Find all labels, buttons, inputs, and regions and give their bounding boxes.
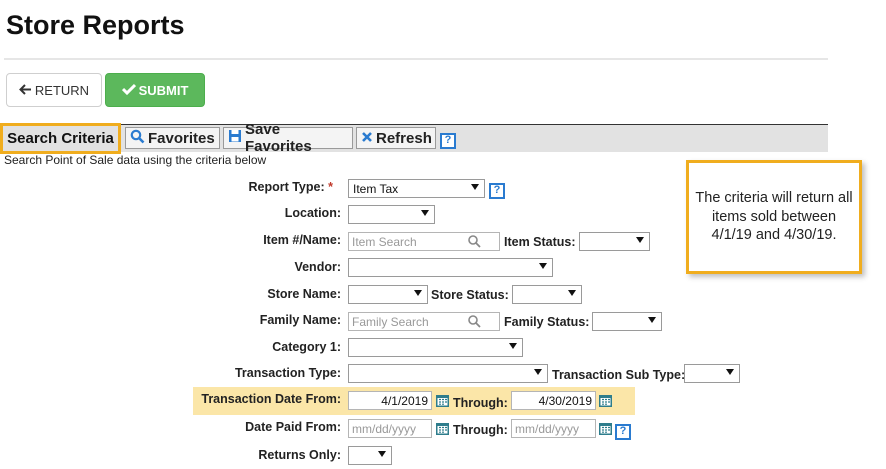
favorites-button[interactable]: Favorites	[125, 127, 220, 149]
close-icon	[361, 130, 373, 147]
calendar-icon[interactable]	[598, 393, 613, 408]
submit-button[interactable]: SUBMIT	[105, 73, 205, 107]
save-favorites-button[interactable]: Save Favorites	[223, 121, 353, 155]
family-search-input[interactable]: Family Search	[348, 312, 500, 331]
location-label: Location:	[284, 206, 341, 220]
search-icon	[130, 129, 145, 148]
store-status-label: Store Status:	[431, 288, 509, 302]
family-status-label: Family Status:	[504, 315, 590, 329]
date-paid-through-input[interactable]: mm/dd/yyyy	[511, 419, 596, 438]
transaction-through-label: Through:	[453, 396, 508, 410]
callout-text: The criteria will return all items sold …	[695, 189, 853, 244]
title-divider	[4, 58, 828, 60]
transaction-through-input[interactable]: 4/30/2019	[511, 391, 596, 410]
report-type-select[interactable]: Item Tax	[348, 179, 485, 198]
arrow-left-icon	[18, 83, 32, 98]
favorites-label: Favorites	[148, 129, 215, 147]
save-favorites-label: Save Favorites	[245, 121, 312, 155]
transaction-sub-type-select[interactable]	[684, 364, 740, 383]
search-description: Search Point of Sale data using the crit…	[4, 153, 267, 167]
vendor-label: Vendor:	[294, 260, 341, 274]
return-label: RETURN	[34, 82, 90, 98]
transaction-date-from-input[interactable]: 4/1/2019	[348, 391, 432, 410]
store-name-select[interactable]	[348, 285, 428, 304]
date-paid-from-label: Date Paid From:	[245, 420, 341, 434]
transaction-sub-type-label: Transaction Sub Type:	[552, 368, 686, 382]
date-paid-help-icon[interactable]: ?	[615, 421, 631, 440]
family-name-label: Family Name:	[259, 313, 341, 327]
category-1-select[interactable]	[348, 338, 523, 357]
refresh-label: Refresh	[376, 129, 432, 147]
location-select[interactable]	[348, 205, 435, 224]
item-status-label: Item Status:	[504, 235, 576, 249]
item-search-input[interactable]: Item Search	[348, 232, 500, 251]
store-status-select[interactable]	[512, 285, 582, 304]
date-paid-from-input[interactable]: mm/dd/yyyy	[348, 419, 432, 438]
vendor-select[interactable]	[348, 258, 553, 277]
transaction-type-label: Transaction Type:	[234, 366, 341, 380]
return-button[interactable]: RETURN	[6, 73, 102, 107]
returns-only-label: Returns Only:	[258, 448, 341, 462]
store-name-label: Store Name:	[267, 287, 341, 301]
transaction-type-select[interactable]	[348, 364, 548, 383]
report-type-label: Report Type: *	[248, 180, 333, 194]
item-status-select[interactable]	[579, 232, 650, 251]
page-title: Store Reports	[6, 10, 185, 40]
returns-only-select[interactable]	[348, 446, 392, 465]
category-1-label: Category 1:	[272, 340, 341, 354]
calendar-icon[interactable]	[435, 393, 450, 408]
tab-search-criteria[interactable]: Search Criteria	[0, 123, 121, 154]
magnifier-icon	[468, 315, 481, 328]
info-callout: The criteria will return all items sold …	[686, 160, 862, 274]
toolbar-help-icon[interactable]: ?	[440, 130, 456, 149]
refresh-button[interactable]: Refresh	[356, 127, 436, 149]
date-paid-through-label: Through:	[453, 423, 508, 437]
calendar-icon[interactable]	[598, 421, 613, 436]
magnifier-icon	[468, 235, 481, 248]
report-type-help-icon[interactable]: ?	[489, 180, 505, 199]
check-icon	[121, 83, 136, 98]
submit-label: SUBMIT	[138, 82, 189, 98]
family-status-select[interactable]	[592, 312, 662, 331]
search-criteria-label: Search Criteria	[7, 130, 114, 147]
transaction-date-from-label: Transaction Date From:	[201, 392, 341, 406]
calendar-icon[interactable]	[435, 421, 450, 436]
save-icon	[228, 129, 242, 147]
item-name-label: Item #/Name:	[263, 233, 341, 247]
